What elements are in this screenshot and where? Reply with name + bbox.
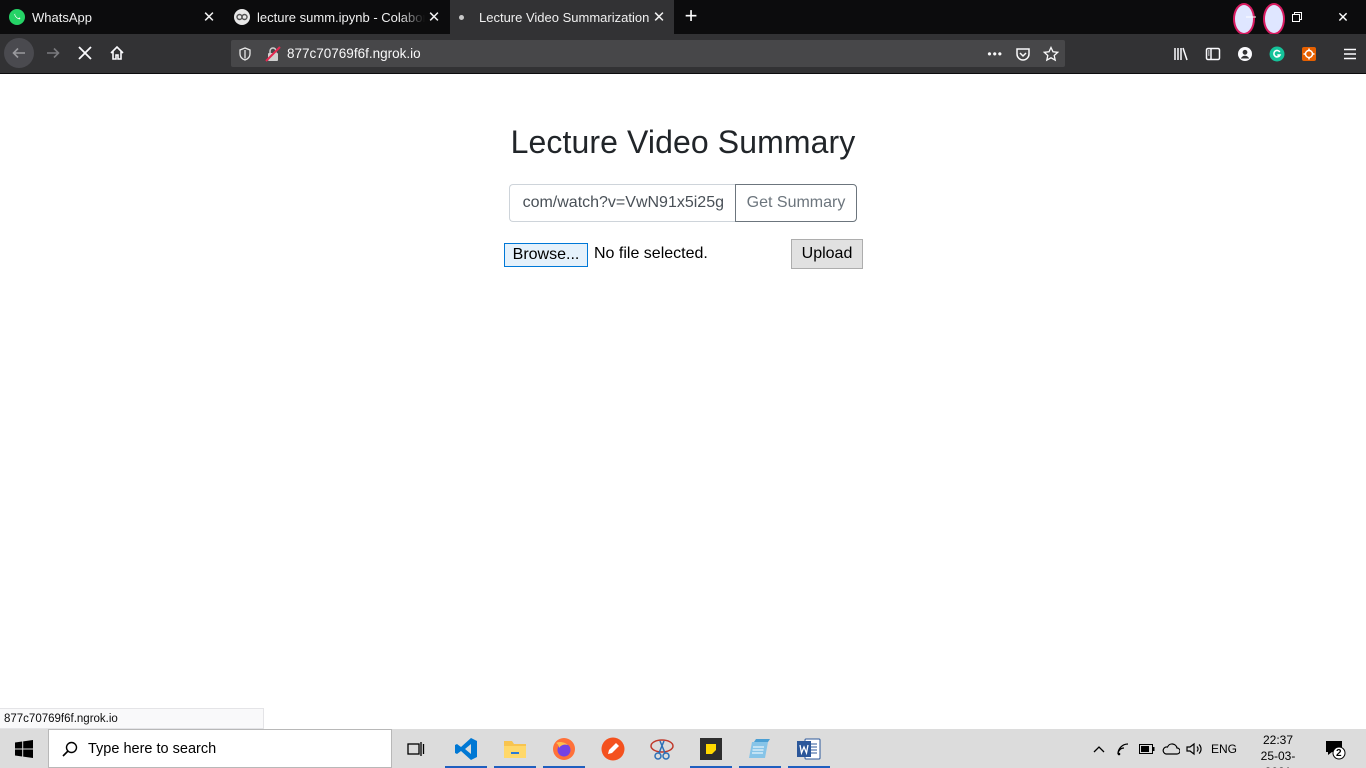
arrow-left-icon <box>12 47 25 59</box>
taskbar-clock[interactable]: 22:37 25-03-2021 <box>1248 732 1308 768</box>
home-icon <box>110 45 124 60</box>
back-button[interactable] <box>4 38 34 68</box>
stop-loading-button[interactable] <box>70 38 100 68</box>
scissors-icon <box>650 738 674 760</box>
tab-whatsapp[interactable]: WhatsApp ✕ <box>0 0 224 34</box>
navigation-toolbar: 877c70769f6f.ngrok.io ••• <box>0 34 1366 73</box>
insecure-lock-icon <box>265 45 281 62</box>
tab-lecture-video-summarization[interactable]: Lecture Video Summarization ✕ <box>450 0 674 34</box>
sidebar-icon[interactable] <box>1197 38 1229 70</box>
taskbar-firefox[interactable] <box>540 729 588 768</box>
notification-icon <box>1326 740 1346 759</box>
show-hidden-icons-button[interactable] <box>1089 729 1109 768</box>
battery-icon <box>1139 743 1155 754</box>
whatsapp-icon <box>9 9 25 25</box>
tab-strip: WhatsApp ✕ lecture summ.ipynb - Colabora… <box>0 0 1366 35</box>
search-icon <box>62 741 78 757</box>
forward-button[interactable] <box>38 38 68 68</box>
notification-count-badge: 2 <box>1336 748 1342 759</box>
windows-taskbar: Type here to search ENG 22:37 25-03- 2 <box>0 729 1366 768</box>
taskbar-sketch-app[interactable] <box>589 729 637 768</box>
start-button[interactable] <box>0 729 48 768</box>
firefox-icon <box>553 737 575 760</box>
chevron-up-icon <box>1093 745 1105 752</box>
library-icon[interactable] <box>1165 38 1197 70</box>
video-url-input[interactable] <box>509 184 736 222</box>
get-summary-button[interactable]: Get Summary <box>735 184 857 222</box>
network-button[interactable] <box>1114 729 1134 768</box>
home-button[interactable] <box>102 38 132 68</box>
taskbar-file-explorer[interactable] <box>491 729 539 768</box>
upload-button[interactable]: Upload <box>791 239 863 269</box>
browse-file-button[interactable]: Browse... <box>504 243 588 267</box>
wifi-icon <box>1117 742 1129 755</box>
page-actions-icon[interactable]: ••• <box>987 47 1003 61</box>
link-status-bar: 877c70769f6f.ngrok.io <box>0 708 264 729</box>
taskbar-snipping-tool[interactable] <box>638 729 686 768</box>
new-tab-button[interactable]: + <box>679 5 703 29</box>
close-icon <box>78 46 92 60</box>
close-tab-icon[interactable]: ✕ <box>425 8 443 26</box>
colab-icon <box>234 9 250 25</box>
close-tab-icon[interactable]: ✕ <box>200 8 218 26</box>
taskbar-vscode[interactable] <box>442 729 490 768</box>
tab-colab[interactable]: lecture summ.ipynb - Colaboratory ✕ <box>225 0 449 34</box>
grammarly-icon[interactable] <box>1261 38 1293 70</box>
account-icon[interactable] <box>1229 38 1261 70</box>
word-icon <box>797 738 821 759</box>
loading-dot-icon <box>459 14 464 20</box>
taskbar-search-box[interactable]: Type here to search <box>48 729 392 768</box>
tab-title: WhatsApp <box>32 9 92 25</box>
address-bar[interactable]: 877c70769f6f.ngrok.io ••• <box>231 40 1065 67</box>
action-center-button[interactable]: 2 <box>1320 729 1350 768</box>
windows-logo-icon <box>15 739 33 758</box>
battery-button[interactable] <box>1137 729 1157 768</box>
clock-time: 22:37 <box>1262 733 1294 747</box>
restore-button[interactable] <box>1274 0 1320 34</box>
taskbar-sticky-notes[interactable] <box>687 729 735 768</box>
page-title: Lecture Video Summary <box>510 124 856 160</box>
pencil-app-icon <box>601 737 625 760</box>
volume-button[interactable] <box>1184 729 1206 768</box>
input-language-button[interactable]: ENG <box>1207 729 1241 768</box>
task-view-icon <box>407 741 425 756</box>
notepad-icon <box>749 738 770 758</box>
tab-title: lecture summ.ipynb - Colaboratory <box>257 9 425 25</box>
tab-title: Lecture Video Summarization <box>479 9 650 25</box>
onedrive-button[interactable] <box>1160 729 1182 768</box>
search-placeholder: Type here to search <box>88 740 217 757</box>
clock-date: 25-03-2021 <box>1260 749 1296 768</box>
extension-icon[interactable] <box>1293 38 1325 70</box>
pocket-icon[interactable] <box>1015 46 1031 62</box>
url-text: 877c70769f6f.ngrok.io <box>287 46 421 61</box>
speaker-icon <box>1186 742 1202 755</box>
status-url-text: 877c70769f6f.ngrok.io <box>4 712 118 725</box>
menu-icon[interactable] <box>1334 38 1366 70</box>
file-status-text: No file selected. <box>594 245 708 262</box>
toolbar-divider <box>0 73 1366 74</box>
bookmark-star-icon[interactable] <box>1043 45 1059 62</box>
shield-icon <box>239 46 251 61</box>
taskbar-notepad[interactable] <box>736 729 784 768</box>
folder-icon <box>504 740 526 758</box>
vscode-icon <box>455 737 477 760</box>
sticky-notes-icon <box>700 737 722 760</box>
close-window-button[interactable]: ✕ <box>1320 0 1366 34</box>
minimize-button[interactable] <box>1228 0 1274 34</box>
task-view-button[interactable] <box>392 729 440 768</box>
cloud-icon <box>1162 742 1180 755</box>
close-tab-icon[interactable]: ✕ <box>650 8 668 26</box>
taskbar-word[interactable] <box>785 729 833 768</box>
arrow-right-icon <box>47 47 60 59</box>
